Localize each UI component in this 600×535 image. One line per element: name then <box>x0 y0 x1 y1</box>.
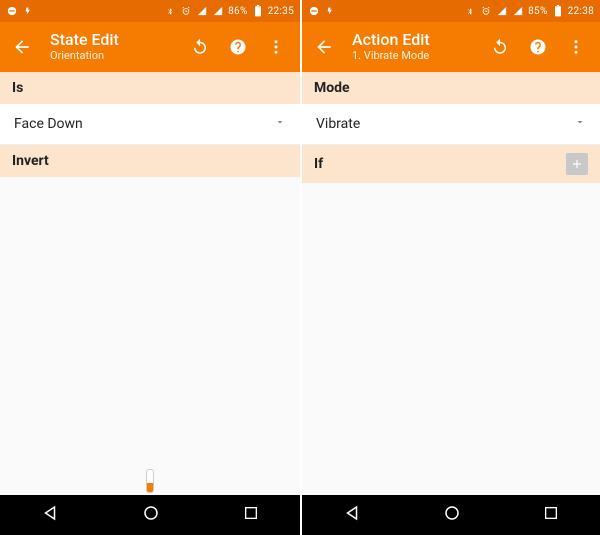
nav-recents-button[interactable] <box>543 505 559 525</box>
signal-icon <box>196 5 208 17</box>
appbar-title: Action Edit <box>352 31 430 49</box>
battery-icon <box>252 5 264 17</box>
screen-action-edit: 85% 22:38 Action Edit 1. Vibrate Mode <box>300 0 600 535</box>
signal2-icon <box>212 5 224 17</box>
app-bar: State Edit Orientation <box>0 22 300 72</box>
appbar-title: State Edit <box>50 31 119 49</box>
signal-icon <box>496 5 508 17</box>
alarm-icon <box>180 5 192 17</box>
battery-pct: 85% <box>528 6 547 17</box>
add-condition-button[interactable] <box>566 153 588 175</box>
home-indicator <box>146 469 154 493</box>
bolt-icon <box>22 5 34 17</box>
content-area: Is Face Down Invert <box>0 72 300 495</box>
screen-state-edit: 86% 22:35 State Edit Orientation <box>0 0 300 535</box>
section-invert-header[interactable]: Invert <box>0 145 300 177</box>
content-area: Mode Vibrate If <box>302 72 600 495</box>
section-mode-header: Mode <box>302 72 600 104</box>
is-dropdown[interactable]: Face Down <box>0 104 300 145</box>
alarm-icon <box>480 5 492 17</box>
overflow-button[interactable] <box>260 31 292 63</box>
is-value: Face Down <box>14 116 83 132</box>
dnd-icon <box>308 5 320 17</box>
section-is-label: Is <box>12 80 23 96</box>
clock: 22:38 <box>568 6 594 17</box>
nav-bar <box>302 495 600 535</box>
nav-recents-button[interactable] <box>243 505 259 525</box>
bolt-icon <box>324 5 336 17</box>
section-mode-label: Mode <box>314 80 350 96</box>
nav-home-button[interactable] <box>142 504 160 526</box>
battery-icon <box>552 5 564 17</box>
nav-back-button[interactable] <box>41 504 59 526</box>
battery-pct: 86% <box>228 6 247 17</box>
appbar-subtitle: Orientation <box>50 50 119 63</box>
section-if-header: If <box>302 145 600 183</box>
nav-back-button[interactable] <box>343 504 361 526</box>
chevron-down-icon <box>574 116 586 132</box>
app-bar: Action Edit 1. Vibrate Mode <box>302 22 600 72</box>
signal2-icon <box>512 5 524 17</box>
nav-home-button[interactable] <box>443 504 461 526</box>
mode-value: Vibrate <box>316 116 360 132</box>
back-button[interactable] <box>6 31 38 63</box>
clock: 22:35 <box>268 6 294 17</box>
undo-button[interactable] <box>184 31 216 63</box>
dnd-icon <box>6 5 18 17</box>
chevron-down-icon <box>274 116 286 132</box>
undo-button[interactable] <box>484 31 516 63</box>
bluetooth-icon <box>164 5 176 17</box>
bluetooth-icon <box>464 5 476 17</box>
appbar-subtitle: 1. Vibrate Mode <box>352 50 430 63</box>
section-is-header: Is <box>0 72 300 104</box>
status-bar: 85% 22:38 <box>302 0 600 22</box>
status-bar: 86% 22:35 <box>0 0 300 22</box>
help-button[interactable] <box>222 31 254 63</box>
mode-dropdown[interactable]: Vibrate <box>302 104 600 145</box>
section-invert-label: Invert <box>12 153 49 169</box>
section-if-label: If <box>314 156 323 172</box>
help-button[interactable] <box>522 31 554 63</box>
overflow-button[interactable] <box>560 31 592 63</box>
nav-bar <box>0 495 300 535</box>
back-button[interactable] <box>308 31 340 63</box>
